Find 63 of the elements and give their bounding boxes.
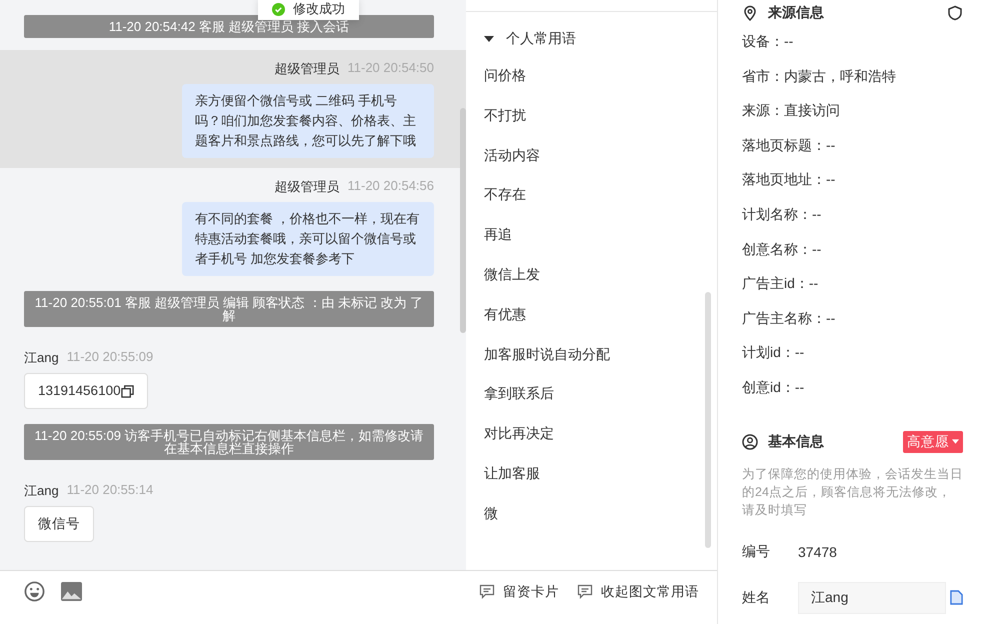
info-field: 广告主id：-- [742,275,818,292]
scrollbar[interactable] [460,108,466,333]
phrase-item[interactable]: 不存在 [466,175,717,216]
message-bubble: 有不同的套餐 ，价格也不一样，现在有特惠活动套餐哦，亲可以留个微信号或者手机号 加您发套餐参考下 [182,202,434,276]
info-field: 广告主名称：-- [742,310,836,326]
message-icon [577,584,593,600]
caret-icon [484,36,494,42]
sender-name: 超级管理员 [274,60,340,78]
phrase-item[interactable]: 对比再决定 [466,414,717,454]
phrase-item[interactable]: 再追 [466,215,717,255]
phrase-item[interactable]: 活动内容 [466,136,717,176]
phrase-item[interactable]: 微信上发 [466,254,717,295]
phrase-item[interactable]: 加客服时说自动分配 [466,334,717,374]
toolbar-button[interactable]: 收起图文常用语 [571,581,705,603]
field-label: 编号 [742,542,771,561]
info-field: 计划名称：-- [742,206,822,222]
info-field: 创意名称：-- [742,240,822,257]
phrase-item[interactable]: 问价格 [466,56,717,96]
info-field: 落地页地址：-- [742,171,836,188]
system-notice: 11-20 20:54:42 客服 超级管理员 接入会话 [24,15,434,38]
system-notice: 11-20 20:55:09 访客手机号已自动标记右侧基本信息栏，如需修改请在基本信息栏直接操作 [24,424,434,460]
phrase-item[interactable]: 拿到联系后 [466,374,717,414]
field-value: 37478 [798,544,837,560]
sender-name: 江ang [24,349,59,367]
message-time: 11-20 20:55:14 [66,482,154,499]
shield-icon[interactable] [947,5,963,21]
phrase-item[interactable]: 有优惠 [466,294,717,335]
phrase-item[interactable]: 微 [466,494,717,534]
section-title: 基本信息 [768,432,824,451]
message-bubble: 亲方便留个微信号或 二维码 手机号吗？咱们加您发套餐内容、价格表、主题客片和景点路线，您可以先了解下哦 [182,84,434,158]
info-field: 创意id：-- [742,378,804,395]
emoji-icon[interactable] [24,581,45,602]
image-icon[interactable] [61,581,82,602]
phrase-group-header[interactable]: 个人常用语 [466,12,717,56]
user-icon [742,434,758,450]
message-time: 11-20 20:54:56 [348,178,434,195]
section-title: 来源信息 [768,4,824,22]
field-label: 姓名 [742,588,771,607]
document-icon[interactable] [950,590,963,606]
toolbar-button[interactable]: 留资卡片 [473,581,565,603]
info-field: 计划id：-- [742,344,804,360]
toast-text: 修改成功 [293,0,345,18]
copy-icon[interactable] [120,384,134,398]
message-icon [479,584,495,600]
message-text: 13191456100 [38,382,121,400]
location-pin-icon [742,5,758,21]
info-field: 省市：内蒙古，呼和浩特 [742,68,896,84]
phrase-item[interactable]: 让加客服 [466,454,717,494]
message-text: 微信号 [38,515,80,533]
system-notice: 11-20 20:55:01 客服 超级管理员 编辑 顾客状态 ：由 未标记 改为 了解 [24,291,434,327]
phrase-item[interactable]: 不打扰 [466,96,717,136]
caret-icon [952,439,959,444]
message-time: 11-20 20:54:50 [348,60,434,77]
check-icon [272,2,285,16]
scrollbar[interactable] [705,292,711,548]
info-field: 落地页标题：-- [742,136,836,153]
sender-name: 江ang [24,482,59,500]
info-field: 来源：直接访问 [742,102,840,118]
notice-text: 为了保障您的使用体验，会话发生当日的24点之后，顾客信息将无法修改，请及时填写 [742,466,963,519]
message-time: 11-20 20:55:09 [66,349,154,366]
info-field: 设备：-- [742,33,794,49]
name-input[interactable]: 江ang [798,582,946,614]
sender-name: 超级管理员 [274,178,340,196]
